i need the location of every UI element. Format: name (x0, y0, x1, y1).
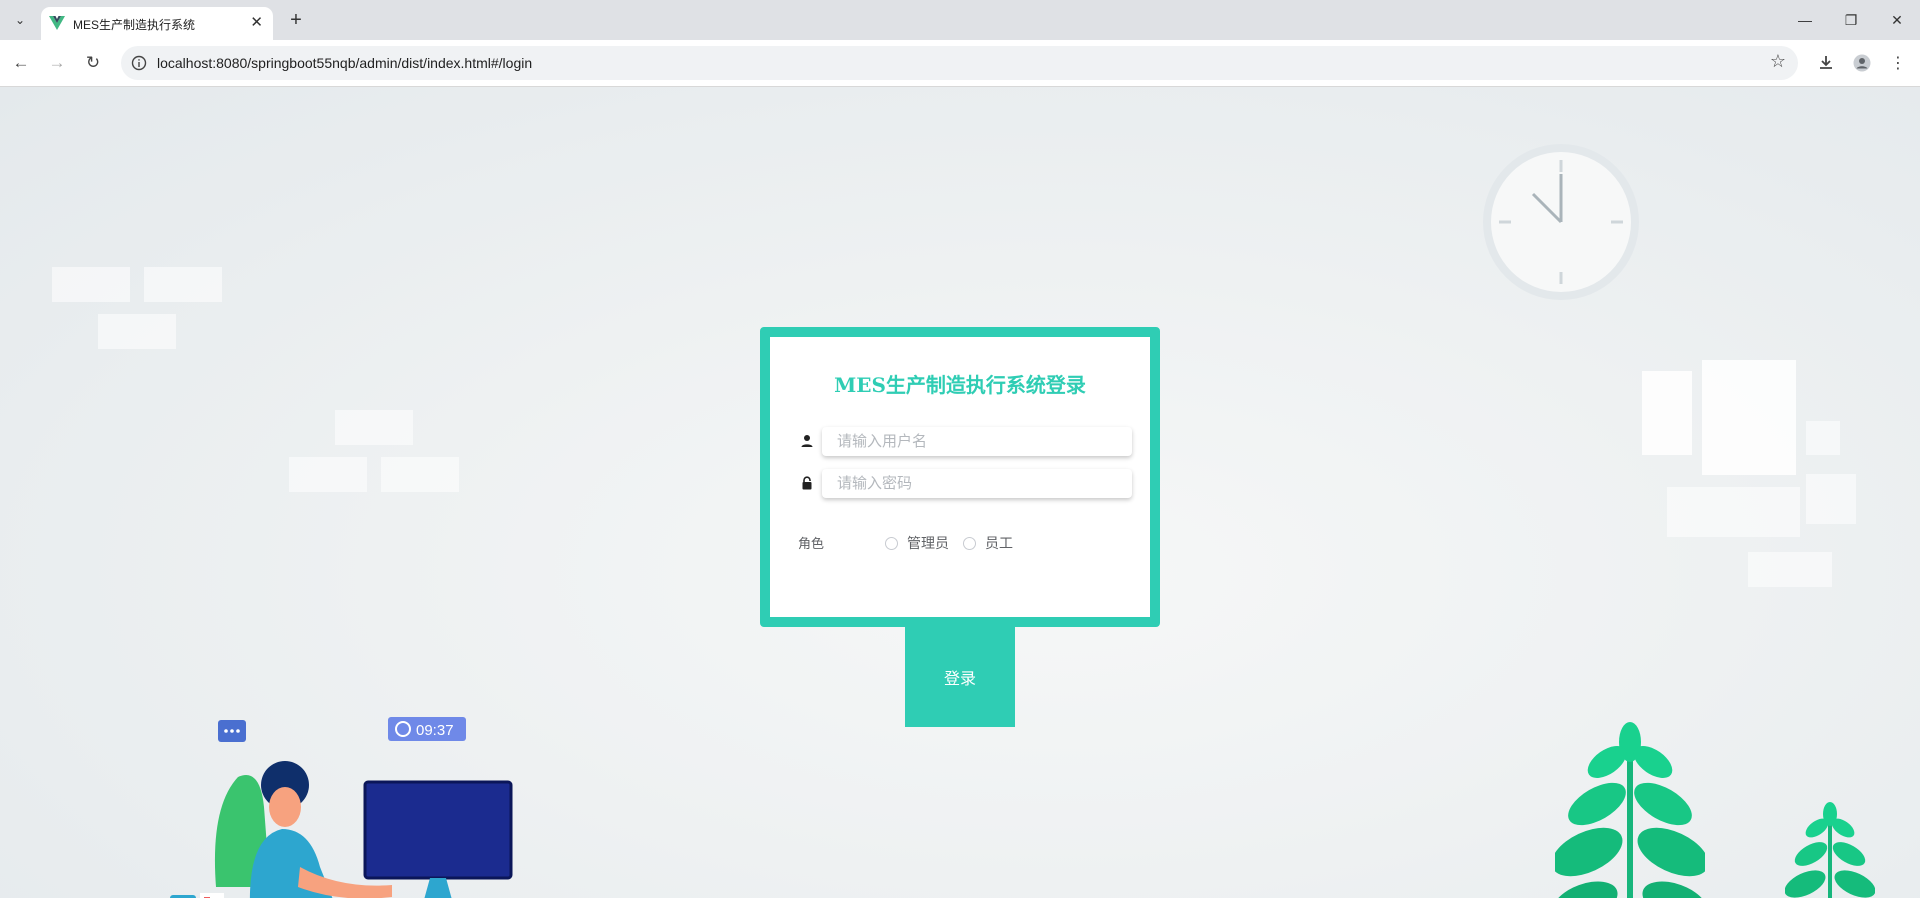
window-close-icon[interactable]: ✕ (1882, 8, 1912, 32)
decor-frame (1667, 487, 1800, 537)
role-radio-staff[interactable]: 员工 (963, 533, 1013, 553)
role-label: 角色 (798, 536, 825, 551)
small-plant-illustration (1785, 802, 1875, 898)
login-title: MES生产制造执行系统登录 (834, 373, 1086, 397)
minimize-icon[interactable]: — (1790, 8, 1820, 32)
login-form: MES生产制造执行系统登录 角色 管理员 员工 (760, 327, 1160, 627)
tab-close-icon[interactable]: ✕ (250, 13, 263, 31)
decor-frame (1806, 421, 1840, 455)
bookmark-star-icon[interactable]: ☆ (1770, 51, 1786, 72)
decor-frame (1748, 552, 1832, 587)
decor-brick (335, 410, 413, 445)
plant-illustration (1555, 722, 1705, 898)
browser-tab[interactable]: MES生产制造执行系统 ✕ (41, 7, 273, 40)
radio-circle[interactable] (963, 536, 976, 550)
wall-clock-icon (1481, 142, 1641, 302)
username-field (822, 427, 1132, 456)
illustration-clock-time: 09:37 (416, 722, 454, 739)
user-icon (801, 435, 813, 447)
decor-brick (144, 267, 222, 302)
forward-icon[interactable]: → (44, 50, 70, 76)
role-radio-admin[interactable]: 管理员 (885, 533, 949, 553)
reload-icon[interactable]: ↻ (80, 50, 106, 76)
role-option-label: 员工 (985, 535, 1013, 551)
decor-frame (1806, 474, 1856, 524)
person-at-computer-illustration: 09:37 (170, 717, 513, 898)
browser-toolbar: ← → ↻ localhost:8080/springboot55nqb/adm… (0, 40, 1920, 87)
new-tab-icon[interactable]: + (283, 7, 309, 33)
username-input[interactable] (822, 427, 1127, 456)
decor-brick (52, 267, 130, 302)
decor-frame (1642, 371, 1692, 455)
browser-tab-bar: ⌄ MES生产制造执行系统 ✕ + — ❐ ✕ (0, 0, 1920, 40)
profile-avatar-icon[interactable] (1849, 50, 1875, 76)
tab-search-chevron-icon[interactable]: ⌄ (6, 8, 34, 32)
url-text: localhost:8080/springboot55nqb/admin/dis… (157, 55, 533, 71)
lock-icon (802, 476, 812, 490)
password-field (822, 469, 1132, 498)
decor-brick (289, 457, 367, 492)
browser-menu-icon[interactable]: ⋮ (1885, 50, 1911, 76)
back-icon[interactable]: ← (8, 50, 34, 76)
tab-title: MES生产制造执行系统 (73, 18, 196, 32)
decor-brick (381, 457, 459, 492)
password-input[interactable] (822, 469, 1127, 498)
role-option-label: 管理员 (907, 535, 949, 551)
decor-brick (98, 314, 176, 349)
vue-favicon-icon (49, 16, 65, 30)
decor-frame (1702, 360, 1796, 475)
site-info-icon[interactable] (131, 55, 147, 71)
download-icon[interactable] (1813, 50, 1839, 76)
radio-circle[interactable] (885, 536, 898, 550)
restore-icon[interactable]: ❐ (1836, 8, 1866, 32)
address-bar[interactable]: localhost:8080/springboot55nqb/admin/dis… (121, 46, 1798, 80)
login-button[interactable]: 登录 (905, 627, 1015, 727)
